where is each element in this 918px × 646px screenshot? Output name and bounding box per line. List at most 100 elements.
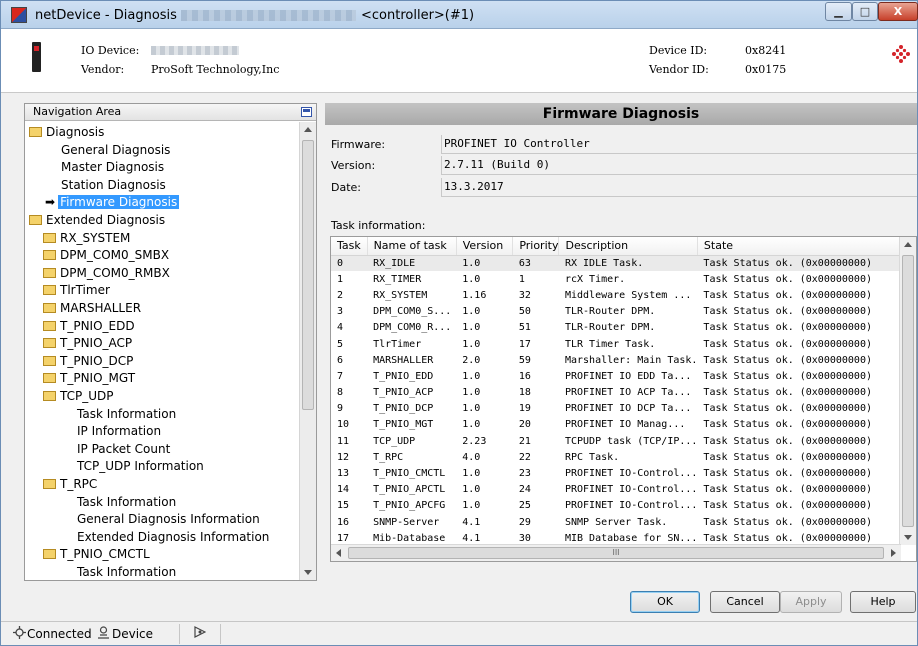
scroll-right-icon[interactable] <box>891 549 896 557</box>
folder-icon <box>43 285 56 296</box>
scroll-up-icon[interactable] <box>304 127 312 132</box>
table-row[interactable]: 3 DPM_COM0_S... 1.0 50 TLR-Router DPM. Task S… <box>331 304 916 320</box>
tree-folder[interactable]: DPM_COM0_SMBX <box>43 247 169 264</box>
column-header[interactable]: State <box>697 237 916 256</box>
table-row[interactable]: 14 T_PNIO_APCTL 1.0 24 PROFINET IO-Control..… <box>331 482 916 498</box>
table-row[interactable]: 1 RX_TIMER 1.0 1 rcX Timer. Task Status ok. (… <box>331 271 916 287</box>
table-horizontal-scrollbar[interactable]: III <box>331 544 901 561</box>
table-row[interactable]: 16 SNMP-Server 4.1 29 SNMP Server Task. Task … <box>331 514 916 530</box>
tree-folder[interactable]: TCP_UDP <box>43 388 114 405</box>
tree-item-label: MARSHALLER <box>60 301 142 315</box>
table-cell: 1.0 <box>462 370 481 382</box>
table-row[interactable]: 13 T_PNIO_CMCTL 1.0 23 PROFINET IO-Control..… <box>331 465 916 481</box>
table-cell: 3 <box>337 306 344 318</box>
tree-folder[interactable]: Extended Diagnosis <box>29 212 165 229</box>
column-header[interactable]: Version <box>456 237 514 256</box>
cancel-button[interactable]: Cancel <box>710 591 780 613</box>
tree-item-label: TCP_UDP <box>60 389 114 403</box>
tree-folder[interactable]: T_PNIO_EDD <box>43 318 135 335</box>
column-header[interactable]: Task <box>331 237 368 256</box>
scroll-left-icon[interactable] <box>336 549 341 557</box>
tree-folder[interactable]: T_PNIO_DCP <box>43 353 133 370</box>
tree-folder[interactable]: RX_SYSTEM <box>43 230 130 247</box>
version-value: 2.7.11 (Build 0) <box>441 156 917 175</box>
status-divider <box>220 624 221 644</box>
tree-folder[interactable]: T_PNIO_CMCTL <box>43 546 150 563</box>
table-cell: rcX Timer. <box>564 273 626 285</box>
table-row[interactable]: 4 DPM_COM0_R... 1.0 51 TLR-Router DPM. Task S… <box>331 320 916 336</box>
table-cell: 18 <box>518 387 531 399</box>
table-row[interactable]: 15 T_PNIO_APCFG 1.0 25 PROFINET IO-Control..… <box>331 498 916 514</box>
table-row[interactable]: 6 MARSHALLER 2.0 59 Marshaller: Main Task. Ta… <box>331 352 916 368</box>
vendor-label: Vendor: <box>81 63 125 76</box>
tree-item[interactable]: General Diagnosis Information <box>77 511 260 528</box>
apply-button[interactable]: Apply <box>780 591 842 613</box>
table-row[interactable]: 8 T_PNIO_ACP 1.0 18 PROFINET IO ACP Ta... Tas… <box>331 385 916 401</box>
table-row[interactable]: 11 TCP_UDP 2.23 21 TCPUDP task (TCP/IP... Tas… <box>331 433 916 449</box>
table-row[interactable]: 9 T_PNIO_DCP 1.0 19 PROFINET IO DCP Ta... Tas… <box>331 401 916 417</box>
vendor-value: ProSoft Technology,Inc <box>151 63 280 76</box>
tree-item[interactable]: Master Diagnosis <box>61 159 164 176</box>
table-cell: 29 <box>518 516 531 528</box>
table-cell: 1 <box>337 273 344 285</box>
tree-item[interactable]: Extended Diagnosis Information <box>77 529 269 546</box>
help-button[interactable]: Help <box>850 591 916 613</box>
tree-folder[interactable]: DPM_COM0_RMBX <box>43 265 170 282</box>
table-cell: 4.0 <box>462 451 481 463</box>
table-cell: 1.16 <box>462 289 487 301</box>
navigation-scrollbar[interactable] <box>299 122 316 580</box>
tree-item-label: T_PNIO_DCP <box>60 353 134 368</box>
tree-item[interactable]: Task Information <box>77 564 176 580</box>
minimize-button[interactable]: ▁ <box>825 2 852 21</box>
redacted-io-device-value <box>151 46 239 55</box>
maximize-button[interactable]: □ <box>852 2 878 21</box>
table-horizontal-scroll-thumb[interactable]: III <box>348 547 884 559</box>
tree-item[interactable]: TCP_UDP Information <box>77 458 204 475</box>
column-header[interactable]: Description <box>558 237 698 256</box>
vendor-id-value: 0x0175 <box>745 63 787 76</box>
tree-item-label: Extended Diagnosis Information <box>77 529 270 544</box>
table-cell: 4 <box>337 322 344 334</box>
table-row[interactable]: 5 TlrTimer 1.0 17 TLR Timer Task. Task Status… <box>331 336 916 352</box>
connected-icon <box>13 626 26 639</box>
folder-icon <box>43 373 56 384</box>
tree-item[interactable]: Task Information <box>77 494 176 511</box>
ok-button[interactable]: OK <box>630 591 700 613</box>
scroll-down-icon[interactable] <box>304 570 312 575</box>
column-header[interactable]: Name of task <box>367 237 457 256</box>
table-cell: 1.0 <box>462 322 481 334</box>
title-bar[interactable]: netDevice - Diagnosis <controller>(#1) ▁… <box>1 1 918 29</box>
tree-item[interactable]: IP Information <box>77 423 161 440</box>
table-row[interactable]: 0 RX_IDLE 1.0 63 RX IDLE Task. Task Status ok… <box>331 255 916 272</box>
close-button[interactable]: X <box>878 2 918 21</box>
folder-icon <box>43 549 56 560</box>
tree-folder[interactable]: TlrTimer <box>43 282 110 299</box>
table-row[interactable]: 2 RX_SYSTEM 1.16 32 Middleware System ... Tas… <box>331 287 916 303</box>
navigation-scroll-thumb[interactable] <box>302 140 314 410</box>
tree-folder[interactable]: MARSHALLER <box>43 300 141 317</box>
table-cell: Task Status ok. (0x00000000) <box>703 468 872 480</box>
tree-folder[interactable]: T_RPC <box>43 476 97 493</box>
scroll-down-icon[interactable] <box>904 535 912 540</box>
tree-folder[interactable]: T_PNIO_MGT <box>43 370 135 387</box>
table-row[interactable]: 10 T_PNIO_MGT 1.0 20 PROFINET IO Manag... Tas… <box>331 417 916 433</box>
column-header[interactable]: Priority <box>512 237 560 256</box>
table-cell: PROFINET IO-Control... <box>564 468 698 480</box>
tree-folder[interactable]: Diagnosis <box>29 124 104 141</box>
tree-item[interactable]: General Diagnosis <box>61 142 170 159</box>
table-cell: 6 <box>337 354 344 366</box>
tree-item[interactable]: IP Packet Count <box>77 441 170 458</box>
tree-folder[interactable]: T_PNIO_ACP <box>43 335 132 352</box>
collapse-navigation-button[interactable] <box>301 107 312 117</box>
tree-item[interactable]: Station Diagnosis <box>61 177 166 194</box>
table-cell: 32 <box>518 289 531 301</box>
tree-item[interactable]: ➡ Firmware Diagnosis <box>45 194 180 211</box>
table-row[interactable]: 12 T_RPC 4.0 22 RPC Task. Task Status ok. (0x… <box>331 449 916 465</box>
scroll-up-icon[interactable] <box>904 242 912 247</box>
table-cell: T_PNIO_EDD <box>373 370 434 382</box>
tree-item[interactable]: Task Information <box>77 406 176 423</box>
table-cell: T_RPC <box>373 451 404 463</box>
table-row[interactable]: 7 T_PNIO_EDD 1.0 16 PROFINET IO EDD Ta... Tas… <box>331 368 916 384</box>
table-vertical-scroll-thumb[interactable] <box>902 255 914 527</box>
table-vertical-scrollbar[interactable] <box>899 237 916 545</box>
